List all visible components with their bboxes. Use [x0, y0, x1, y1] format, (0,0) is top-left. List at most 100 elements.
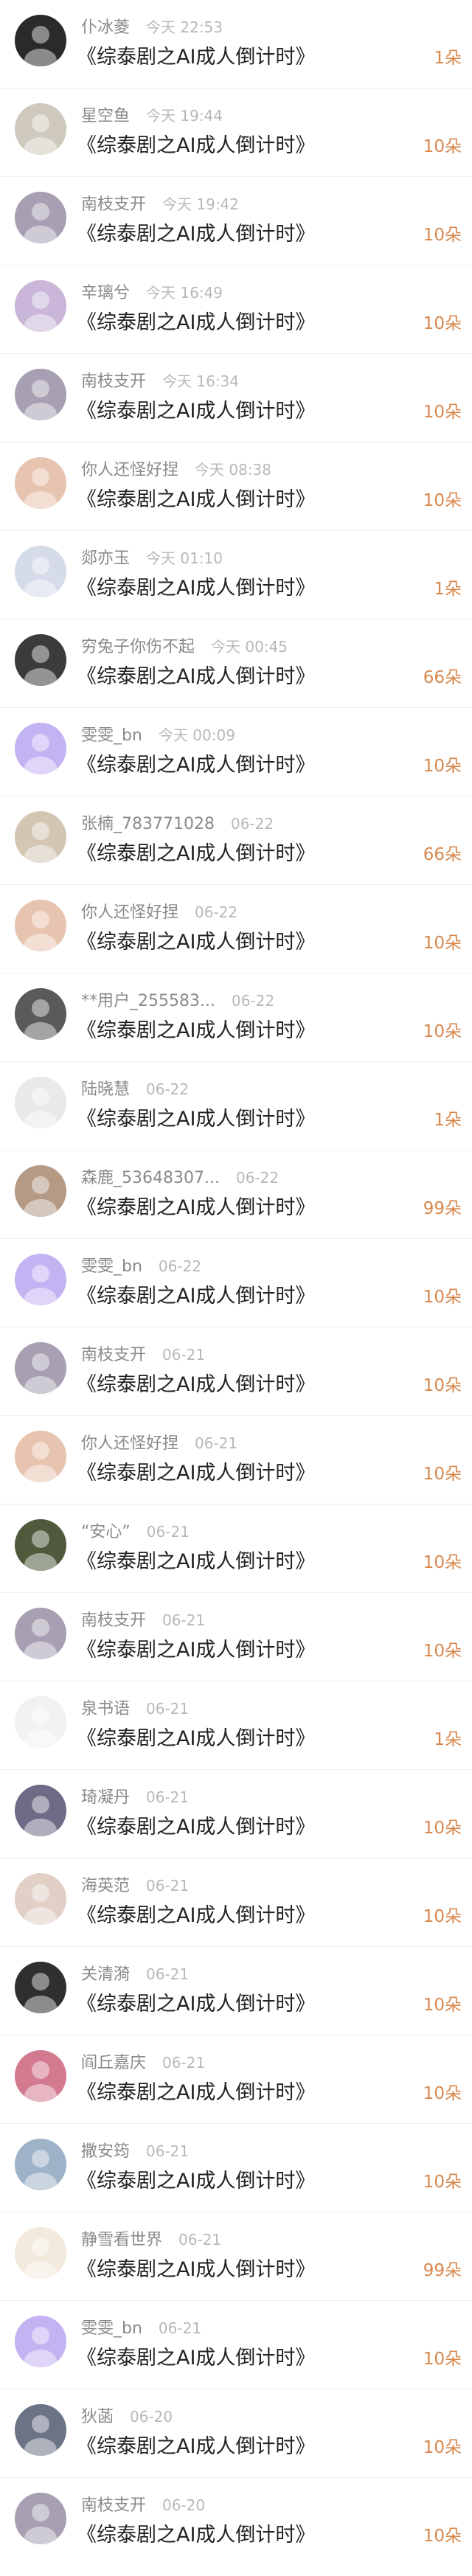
item-meta: 海英范 06-21: [81, 1875, 189, 1897]
user-name[interactable]: 雯雯_bn: [81, 726, 142, 745]
user-name[interactable]: 星空鱼: [81, 107, 130, 125]
list-item[interactable]: 静雪看世界 06-21 《综泰剧之AI成人倒计时》 99朵: [0, 2212, 472, 2301]
item-meta: 琦凝丹 06-21: [81, 1786, 189, 1808]
avatar[interactable]: [15, 2316, 66, 2367]
list-item[interactable]: 南枝支开 06-20 《综泰剧之AI成人倒计时》 10朵: [0, 2478, 472, 2566]
avatar[interactable]: [15, 2227, 66, 2279]
avatar[interactable]: [15, 1696, 66, 1748]
list-item[interactable]: 南枝支开 今天 19:42 《综泰剧之AI成人倒计时》 10朵: [0, 177, 472, 265]
item-meta: **用户_255583... 06-22: [81, 990, 274, 1012]
avatar[interactable]: [15, 988, 66, 1040]
avatar[interactable]: [15, 2493, 66, 2544]
list-item[interactable]: 郯亦玉 今天 01:10 《综泰剧之AI成人倒计时》 1朵: [0, 531, 472, 619]
list-item[interactable]: 南枝支开 今天 16:34 《综泰剧之AI成人倒计时》 10朵: [0, 354, 472, 442]
user-name[interactable]: 陆晓慧: [81, 1080, 130, 1099]
user-name[interactable]: 撒安筠: [81, 2142, 130, 2161]
list-item[interactable]: 辛璃兮 今天 16:49 《综泰剧之AI成人倒计时》 10朵: [0, 265, 472, 354]
user-name[interactable]: 雯雯_bn: [81, 2319, 142, 2338]
user-name[interactable]: 郯亦玉: [81, 549, 130, 568]
list-item[interactable]: 阎丘嘉庆 06-21 《综泰剧之AI成人倒计时》 10朵: [0, 2035, 472, 2124]
list-item[interactable]: 南枝支开 06-21 《综泰剧之AI成人倒计时》 10朵: [0, 1327, 472, 1416]
item-meta: 南枝支开 06-20: [81, 2494, 205, 2516]
user-name[interactable]: 仆冰菱: [81, 18, 130, 37]
user-name[interactable]: “安心”: [81, 1523, 131, 1541]
user-name[interactable]: 琦凝丹: [81, 1788, 130, 1807]
user-name[interactable]: 静雪看世界: [81, 2231, 162, 2249]
list-item[interactable]: 你人还怪好捏 06-22 《综泰剧之AI成人倒计时》 10朵: [0, 885, 472, 973]
list-item[interactable]: 海英范 06-21 《综泰剧之AI成人倒计时》 10朵: [0, 1858, 472, 1947]
flower-count: 1朵: [434, 580, 462, 599]
user-name[interactable]: 森鹿_53648307...: [81, 1169, 220, 1187]
avatar[interactable]: [15, 1962, 66, 2013]
list-item[interactable]: 南枝支开 06-21 《综泰剧之AI成人倒计时》 10朵: [0, 1593, 472, 1681]
user-name[interactable]: 泉书语: [81, 1700, 130, 1718]
list-item[interactable]: **用户_255583... 06-22 《综泰剧之AI成人倒计时》 10朵: [0, 973, 472, 1062]
user-name[interactable]: 穷兔子你伤不起: [81, 638, 195, 656]
list-item[interactable]: 星空鱼 今天 19:44 《综泰剧之AI成人倒计时》 10朵: [0, 88, 472, 177]
list-item[interactable]: 你人还怪好捏 06-21 《综泰剧之AI成人倒计时》 10朵: [0, 1416, 472, 1504]
user-name[interactable]: 南枝支开: [81, 1611, 146, 1630]
list-item[interactable]: 关清漪 06-21 《综泰剧之AI成人倒计时》 10朵: [0, 1947, 472, 2035]
list-item[interactable]: 狄菡 06-20 《综泰剧之AI成人倒计时》 10朵: [0, 2389, 472, 2478]
avatar[interactable]: [15, 900, 66, 951]
avatar[interactable]: [15, 1077, 66, 1128]
gift-record-list: 仆冰菱 今天 22:53 《综泰剧之AI成人倒计时》 1朵 星空鱼 今天 19:44…: [0, 0, 472, 2566]
avatar[interactable]: [15, 1785, 66, 1836]
avatar[interactable]: [15, 1342, 66, 1394]
item-meta: 阎丘嘉庆 06-21: [81, 2052, 205, 2074]
avatar[interactable]: [15, 1519, 66, 1571]
list-item[interactable]: 雯雯_bn 今天 00:09 《综泰剧之AI成人倒计时》 10朵: [0, 708, 472, 796]
avatar[interactable]: [15, 2139, 66, 2190]
avatar[interactable]: [15, 1873, 66, 1925]
avatar[interactable]: [15, 280, 66, 332]
avatar[interactable]: [15, 103, 66, 155]
avatar[interactable]: [15, 369, 66, 420]
user-name[interactable]: 你人还怪好捏: [81, 903, 178, 922]
list-item[interactable]: 仆冰菱 今天 22:53 《综泰剧之AI成人倒计时》 1朵: [0, 0, 472, 88]
user-name[interactable]: 海英范: [81, 1877, 130, 1895]
list-item[interactable]: 撒安筠 06-21 《综泰剧之AI成人倒计时》 10朵: [0, 2124, 472, 2212]
user-name[interactable]: 阎丘嘉庆: [81, 2054, 146, 2072]
list-item[interactable]: 森鹿_53648307... 06-22 《综泰剧之AI成人倒计时》 99朵: [0, 1150, 472, 1239]
user-name[interactable]: 张楠_783771028: [81, 815, 215, 833]
flower-count: 10朵: [423, 2438, 462, 2457]
avatar[interactable]: [15, 2404, 66, 2456]
list-item[interactable]: 雯雯_bn 06-22 《综泰剧之AI成人倒计时》 10朵: [0, 1239, 472, 1327]
list-item[interactable]: 穷兔子你伤不起 今天 00:45 《综泰剧之AI成人倒计时》 66朵: [0, 619, 472, 708]
user-name[interactable]: 狄菡: [81, 2408, 114, 2426]
avatar[interactable]: [15, 1431, 66, 1482]
user-name[interactable]: 你人还怪好捏: [81, 461, 178, 479]
user-name[interactable]: 关清漪: [81, 1965, 130, 1984]
user-name[interactable]: 雯雯_bn: [81, 1257, 142, 1276]
avatar[interactable]: [15, 546, 66, 597]
user-name[interactable]: 南枝支开: [81, 195, 146, 214]
item-meta: 森鹿_53648307... 06-22: [81, 1167, 279, 1189]
timestamp: 06-21: [146, 1700, 190, 1718]
user-name[interactable]: 南枝支开: [81, 2496, 146, 2515]
list-item[interactable]: 陆晓慧 06-22 《综泰剧之AI成人倒计时》 1朵: [0, 1062, 472, 1150]
avatar[interactable]: [15, 1608, 66, 1659]
avatar[interactable]: [15, 192, 66, 243]
list-item[interactable]: 雯雯_bn 06-21 《综泰剧之AI成人倒计时》 10朵: [0, 2301, 472, 2389]
avatar[interactable]: [15, 457, 66, 509]
user-name[interactable]: 你人还怪好捏: [81, 1434, 178, 1453]
user-name[interactable]: 南枝支开: [81, 372, 146, 391]
user-name[interactable]: **用户_255583...: [81, 992, 215, 1010]
list-item[interactable]: 泉书语 06-21 《综泰剧之AI成人倒计时》 1朵: [0, 1681, 472, 1770]
list-item[interactable]: 你人还怪好捏 今天 08:38 《综泰剧之AI成人倒计时》 10朵: [0, 442, 472, 531]
list-item[interactable]: 张楠_783771028 06-22 《综泰剧之AI成人倒计时》 66朵: [0, 796, 472, 885]
avatar[interactable]: [15, 723, 66, 774]
avatar[interactable]: [15, 634, 66, 686]
flower-count: 1朵: [434, 1111, 462, 1130]
book-title: 《综泰剧之AI成人倒计时》: [77, 1462, 316, 1485]
flower-count: 99朵: [423, 1199, 462, 1218]
user-name[interactable]: 南枝支开: [81, 1346, 146, 1364]
avatar[interactable]: [15, 1254, 66, 1305]
user-name[interactable]: 辛璃兮: [81, 284, 130, 302]
avatar[interactable]: [15, 15, 66, 66]
list-item[interactable]: “安心” 06-21 《综泰剧之AI成人倒计时》 10朵: [0, 1504, 472, 1593]
list-item[interactable]: 琦凝丹 06-21 《综泰剧之AI成人倒计时》 10朵: [0, 1770, 472, 1858]
avatar[interactable]: [15, 2050, 66, 2102]
avatar[interactable]: [15, 1165, 66, 1217]
avatar[interactable]: [15, 811, 66, 863]
